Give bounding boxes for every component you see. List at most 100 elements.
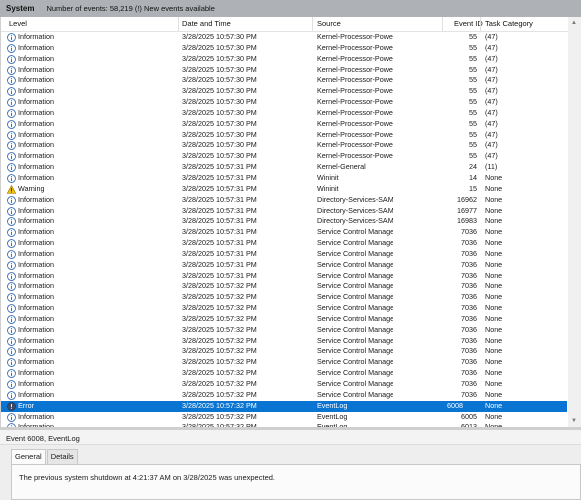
- information-icon: [7, 260, 16, 270]
- column-header-event-id[interactable]: Event ID: [454, 19, 483, 28]
- event-row[interactable]: Information 3/28/2025 10:57:32 PM Service …: [1, 357, 581, 368]
- event-row[interactable]: Information 3/28/2025 10:57:30 PM Kernel-P…: [1, 32, 581, 43]
- column-separator[interactable]: [442, 17, 443, 31]
- event-row[interactable]: Information 3/28/2025 10:57:30 PM Kernel-P…: [1, 54, 581, 65]
- event-row[interactable]: Information 3/28/2025 10:57:31 PM Service …: [1, 260, 581, 271]
- event-row[interactable]: Information 3/28/2025 10:57:31 PM Kernel-G…: [1, 162, 581, 173]
- event-row[interactable]: Information 3/28/2025 10:57:32 PM Service …: [1, 368, 581, 379]
- vertical-scrollbar[interactable]: ▲ ▼: [568, 17, 581, 427]
- event-row[interactable]: Information 3/28/2025 10:57:32 PM Service …: [1, 314, 581, 325]
- detail-pane: General Details The previous system shut…: [0, 445, 581, 500]
- event-row[interactable]: Information 3/28/2025 10:57:32 PM Service …: [1, 281, 581, 292]
- event-row[interactable]: Information 3/28/2025 10:57:30 PM Kernel-P…: [1, 86, 581, 97]
- event-date-time: 3/28/2025 10:57:31 PM: [182, 270, 257, 280]
- information-icon: [7, 119, 16, 129]
- event-level: Warning: [18, 183, 45, 193]
- event-date-time: 3/28/2025 10:57:31 PM: [182, 227, 257, 237]
- event-row[interactable]: Information 3/28/2025 10:57:32 PM EventLog…: [1, 412, 581, 423]
- event-source: Wininit: [317, 172, 339, 182]
- event-task-category: None: [485, 259, 503, 269]
- scroll-down-icon[interactable]: ▼: [571, 418, 577, 424]
- event-row[interactable]: Information 3/28/2025 10:57:30 PM Kernel-P…: [1, 97, 581, 108]
- information-icon: [7, 412, 16, 422]
- event-level: Information: [18, 411, 54, 421]
- event-row[interactable]: Information 3/28/2025 10:57:31 PM Director…: [1, 195, 581, 206]
- column-separator[interactable]: [178, 17, 179, 31]
- event-id: 7036: [461, 259, 477, 269]
- information-icon: [7, 98, 16, 107]
- scroll-up-icon[interactable]: ▲: [571, 20, 577, 26]
- tab-details[interactable]: Details: [46, 449, 78, 464]
- event-level: Information: [18, 172, 54, 182]
- information-icon: [7, 380, 16, 389]
- event-id: 6005: [461, 411, 477, 421]
- event-task-category: None: [485, 357, 503, 367]
- event-row[interactable]: Information 3/28/2025 10:57:30 PM Kernel-P…: [1, 151, 581, 162]
- event-source: Service Control Manager: [317, 227, 393, 237]
- column-header-task-category[interactable]: Task Category: [485, 19, 533, 28]
- event-row[interactable]: Information 3/28/2025 10:57:30 PM Kernel-P…: [1, 108, 581, 119]
- event-level: Information: [18, 32, 54, 41]
- event-source: Kernel-Processor-Powe...: [317, 64, 393, 74]
- event-id: 7036: [461, 281, 477, 291]
- event-row[interactable]: Information 3/28/2025 10:57:32 PM Service …: [1, 336, 581, 347]
- event-row[interactable]: Information 3/28/2025 10:57:31 PM Service …: [1, 249, 581, 260]
- information-icon: [7, 141, 16, 151]
- event-row[interactable]: Warning 3/28/2025 10:57:31 PM Wininit 15 Non…: [1, 184, 581, 195]
- event-row[interactable]: Information 3/28/2025 10:57:30 PM Kernel-P…: [1, 43, 581, 54]
- event-id: 16983: [457, 216, 477, 226]
- event-level: Information: [18, 292, 54, 302]
- event-row[interactable]: Information 3/28/2025 10:57:31 PM Service …: [1, 227, 581, 238]
- event-source: Service Control Manager: [317, 379, 393, 388]
- selected-event-row[interactable]: Error 3/28/2025 10:57:32 PM EventLog 6008 No…: [1, 400, 567, 412]
- event-row[interactable]: Information 3/28/2025 10:57:31 PM Director…: [1, 216, 581, 227]
- event-level: Information: [18, 238, 54, 248]
- column-header-source[interactable]: Source: [317, 19, 341, 28]
- event-row[interactable]: Information 3/28/2025 10:57:30 PM Kernel-P…: [1, 130, 581, 141]
- event-source: Kernel-Processor-Powe...: [317, 53, 393, 63]
- event-task-category: (47): [485, 97, 498, 107]
- event-task-category: None: [485, 183, 503, 193]
- event-task-category: None: [485, 400, 503, 410]
- event-row[interactable]: Information 3/28/2025 10:57:30 PM Kernel-P…: [1, 119, 581, 130]
- event-id: 7036: [461, 303, 477, 313]
- event-row[interactable]: Information 3/28/2025 10:57:31 PM Director…: [1, 206, 581, 217]
- event-row[interactable]: Information 3/28/2025 10:57:30 PM Kernel-P…: [1, 140, 581, 151]
- event-row[interactable]: Information 3/28/2025 10:57:30 PM Kernel-P…: [1, 75, 581, 86]
- tab-general[interactable]: General: [11, 449, 46, 465]
- column-header-date[interactable]: Date and Time: [182, 19, 231, 28]
- event-row[interactable]: Information 3/28/2025 10:57:32 PM Service …: [1, 390, 581, 401]
- event-row[interactable]: Information 3/28/2025 10:57:31 PM Service …: [1, 238, 581, 249]
- event-source: Service Control Manager: [317, 248, 393, 258]
- event-source: Kernel-Processor-Powe...: [317, 86, 393, 96]
- event-source: Service Control Manager: [317, 270, 393, 280]
- event-level: Information: [18, 118, 54, 128]
- event-row[interactable]: Information 3/28/2025 10:57:32 PM Service …: [1, 379, 581, 390]
- event-row[interactable]: Information 3/28/2025 10:57:32 PM Service …: [1, 346, 581, 357]
- event-id: 7036: [461, 324, 477, 334]
- event-date-time: 3/28/2025 10:57:32 PM: [182, 292, 257, 302]
- event-row[interactable]: Information 3/28/2025 10:57:32 PM Service …: [1, 303, 581, 314]
- event-row[interactable]: Information 3/28/2025 10:57:31 PM Wininit 1…: [1, 173, 581, 184]
- event-level: Information: [18, 303, 54, 313]
- event-level: Information: [18, 357, 54, 367]
- event-source: Kernel-Processor-Powe...: [317, 151, 393, 161]
- event-level: Information: [18, 86, 54, 96]
- column-header-level[interactable]: Level: [9, 19, 27, 28]
- event-task-category: None: [485, 389, 503, 399]
- column-separator[interactable]: [312, 17, 313, 31]
- event-row[interactable]: Information 3/28/2025 10:57:32 PM Service …: [1, 325, 581, 336]
- event-row[interactable]: Information 3/28/2025 10:57:32 PM Service …: [1, 292, 581, 303]
- event-message-box[interactable]: The previous system shutdown at 4:21:37 …: [11, 464, 581, 500]
- event-id: 7036: [461, 346, 477, 356]
- event-id: 55: [469, 75, 477, 85]
- event-id: 55: [469, 97, 477, 107]
- event-task-category: (47): [485, 151, 498, 161]
- event-task-category: None: [485, 346, 503, 356]
- event-row[interactable]: Information 3/28/2025 10:57:30 PM Kernel-P…: [1, 65, 581, 76]
- column-separator[interactable]: [480, 17, 481, 31]
- event-source: Service Control Manager: [317, 335, 393, 345]
- event-id: 6008: [447, 400, 463, 410]
- event-source: EventLog: [317, 411, 348, 421]
- event-row[interactable]: Information 3/28/2025 10:57:31 PM Service …: [1, 271, 581, 282]
